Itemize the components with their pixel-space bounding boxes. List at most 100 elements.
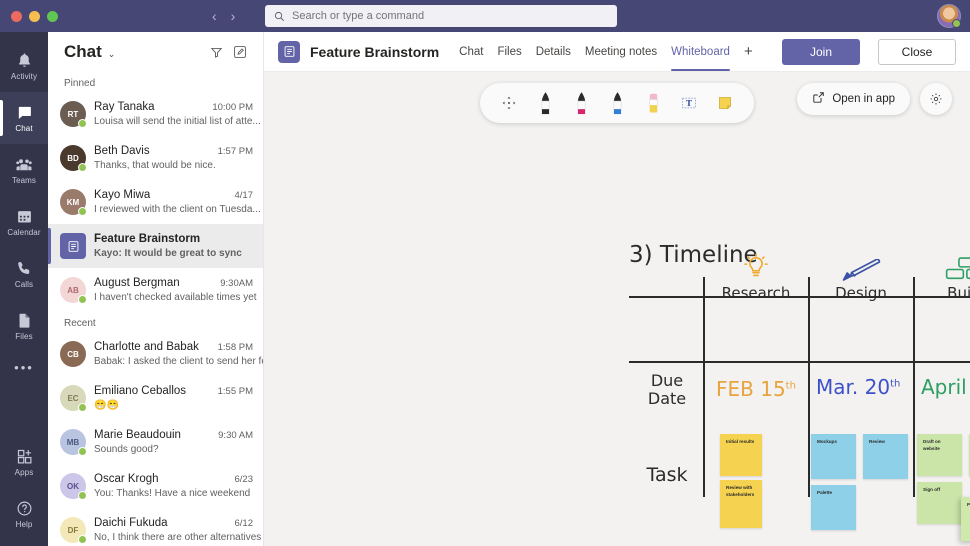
sticky-note[interactable]: Initial results — [720, 434, 762, 476]
tab-files[interactable]: Files — [497, 32, 521, 71]
rail-item-help[interactable]: Help — [0, 488, 48, 540]
tab-details[interactable]: Details — [536, 32, 571, 71]
chat-item-top: Ray Tanaka 10:00 PM — [94, 101, 253, 113]
avatar: OK — [60, 473, 87, 500]
chevron-down-icon[interactable]: ⌄ — [108, 49, 116, 60]
due-date-text: FEB 15 — [716, 377, 786, 401]
presence-available-icon — [78, 491, 87, 500]
chat-item-preview: 😁😁 — [94, 400, 119, 411]
chat-list-item[interactable]: OK Oscar Krogh 6/23 You: Thanks! Have a … — [48, 464, 263, 508]
chat-item-name: August Bergman — [94, 277, 180, 289]
sticky-note[interactable]: Palette — [811, 485, 856, 530]
navigation-arrows[interactable]: ‹ › — [212, 8, 235, 24]
whiteboard-icon — [278, 40, 300, 63]
sticky-note[interactable]: Mockups — [811, 434, 856, 479]
chat-item-time: 1:58 PM — [217, 342, 253, 353]
sticky-note[interactable]: Draft on website — [917, 434, 962, 476]
avatar: BD — [60, 145, 87, 172]
rail-item-teams[interactable]: Teams — [0, 144, 48, 196]
chat-item-meta: Kayo Miwa 4/17 I reviewed with the clien… — [94, 189, 261, 215]
rail-item-calls[interactable]: Calls — [0, 248, 48, 300]
text-box-icon[interactable]: T — [679, 90, 699, 116]
chat-item-meta: Charlotte and Babak 1:58 PM Babak: I ask… — [94, 341, 263, 367]
avatar: EC — [60, 385, 87, 412]
avatar: KM — [60, 189, 87, 216]
chat-item-name: Charlotte and Babak — [94, 341, 199, 353]
search-bar[interactable] — [265, 5, 617, 27]
chat-item-name: Marie Beaudouin — [94, 429, 181, 441]
rail-more-button[interactable]: ••• — [14, 352, 34, 383]
external-window-icon — [812, 91, 825, 107]
avatar: MB — [60, 429, 87, 456]
pen-icon-blue[interactable] — [607, 90, 627, 116]
close-button[interactable]: Close — [878, 38, 956, 65]
move-arrows-icon[interactable] — [499, 90, 519, 116]
row-label-due-date: Due Date — [636, 371, 698, 409]
blocks-icon — [918, 249, 970, 283]
add-tab-button[interactable]: + — [744, 43, 753, 60]
chat-item-top: Oscar Krogh 6/23 — [94, 473, 253, 485]
search-icon — [274, 11, 285, 22]
column-header-build: Build — [918, 249, 970, 302]
chat-item-meta: Feature Brainstorm Kayo: It would be gre… — [94, 233, 253, 259]
search-input[interactable] — [292, 10, 608, 22]
apps-icon — [16, 447, 33, 466]
pen-icon-black[interactable] — [535, 90, 555, 116]
avatar: DF — [60, 517, 87, 544]
tab-whiteboard[interactable]: Whiteboard — [671, 32, 730, 71]
chat-item-preview: I reviewed with the client on Tuesda... — [94, 204, 261, 215]
avatar-initials: BD — [67, 153, 79, 163]
avatar-initials: MB — [66, 437, 80, 447]
chat-list-item[interactable]: EC Emiliano Ceballos 1:55 PM 😁😁 — [48, 376, 263, 420]
row-label-task: Task — [646, 464, 688, 486]
chat-item-name: Daichi Fukuda — [94, 517, 168, 529]
rail-item-chat[interactable]: Chat — [0, 92, 48, 144]
file-icon — [16, 311, 33, 330]
chat-list-scroll[interactable]: Pinned RT Ray Tanaka 10:00 PM Louisa wil… — [48, 72, 263, 546]
sticky-note[interactable]: Review — [863, 434, 908, 479]
chat-list-item[interactable]: RT Ray Tanaka 10:00 PM Louisa will send … — [48, 92, 263, 136]
presence-available-icon — [78, 447, 87, 456]
tab-chat[interactable]: Chat — [459, 32, 483, 71]
eraser-icon[interactable] — [643, 90, 663, 116]
chat-list-item[interactable]: CB Charlotte and Babak 1:58 PM Babak: I … — [48, 332, 263, 376]
presence-available-icon — [78, 207, 87, 216]
rail-item-activity[interactable]: Activity — [0, 40, 48, 92]
sticky-note-prototype[interactable]: Prototype — [961, 497, 970, 541]
back-arrow-icon[interactable]: ‹ — [212, 8, 217, 24]
avatar-initials: DF — [67, 525, 79, 535]
filter-icon[interactable] — [207, 43, 225, 61]
chat-item-name: Beth Davis — [94, 145, 150, 157]
rail-item-calendar[interactable]: Calendar — [0, 196, 48, 248]
chat-item-preview: I haven't checked available times yet — [94, 292, 257, 303]
chat-list-item[interactable]: AB August Bergman 9:30AM I haven't check… — [48, 268, 263, 312]
compose-icon[interactable] — [231, 43, 249, 61]
presence-available-icon — [78, 295, 87, 304]
minimize-window-button[interactable] — [29, 10, 40, 22]
whiteboard-canvas-area[interactable]: T Open in app 3) Timeline Research Desig… — [264, 72, 970, 546]
sticky-note[interactable]: Sign off — [917, 482, 962, 524]
join-button[interactable]: Join — [782, 38, 860, 65]
open-in-app-button[interactable]: Open in app — [797, 83, 910, 115]
sticky-note[interactable]: Review with stakeholders — [720, 480, 762, 528]
rail-label-help: Help — [15, 520, 33, 529]
rail-item-files[interactable]: Files — [0, 300, 48, 352]
chat-list-item[interactable]: BD Beth Davis 1:57 PM Thanks, that would… — [48, 136, 263, 180]
sticky-note-icon[interactable] — [715, 90, 735, 116]
chat-list-item-feature-brainstorm[interactable]: Feature Brainstorm Kayo: It would be gre… — [48, 224, 263, 268]
chat-item-name: Ray Tanaka — [94, 101, 155, 113]
chat-list-title: Chat — [64, 42, 102, 61]
user-avatar[interactable] — [937, 4, 961, 28]
chat-list-item[interactable]: MB Marie Beaudouin 9:30 AM Sounds good? — [48, 420, 263, 464]
rail-item-apps[interactable]: Apps — [0, 436, 48, 488]
maximize-window-button[interactable] — [47, 10, 58, 22]
chat-list-item[interactable]: DF Daichi Fukuda 6/12 No, I think there … — [48, 508, 263, 546]
gear-icon[interactable] — [920, 83, 952, 115]
forward-arrow-icon[interactable]: › — [231, 8, 236, 24]
pen-icon-pink[interactable] — [571, 90, 591, 116]
close-window-button[interactable] — [11, 10, 22, 22]
window-controls[interactable] — [0, 10, 58, 22]
chat-list-item[interactable]: KM Kayo Miwa 4/17 I reviewed with the cl… — [48, 180, 263, 224]
avatar-initials: KM — [66, 197, 80, 207]
tab-meeting-notes[interactable]: Meeting notes — [585, 32, 657, 71]
